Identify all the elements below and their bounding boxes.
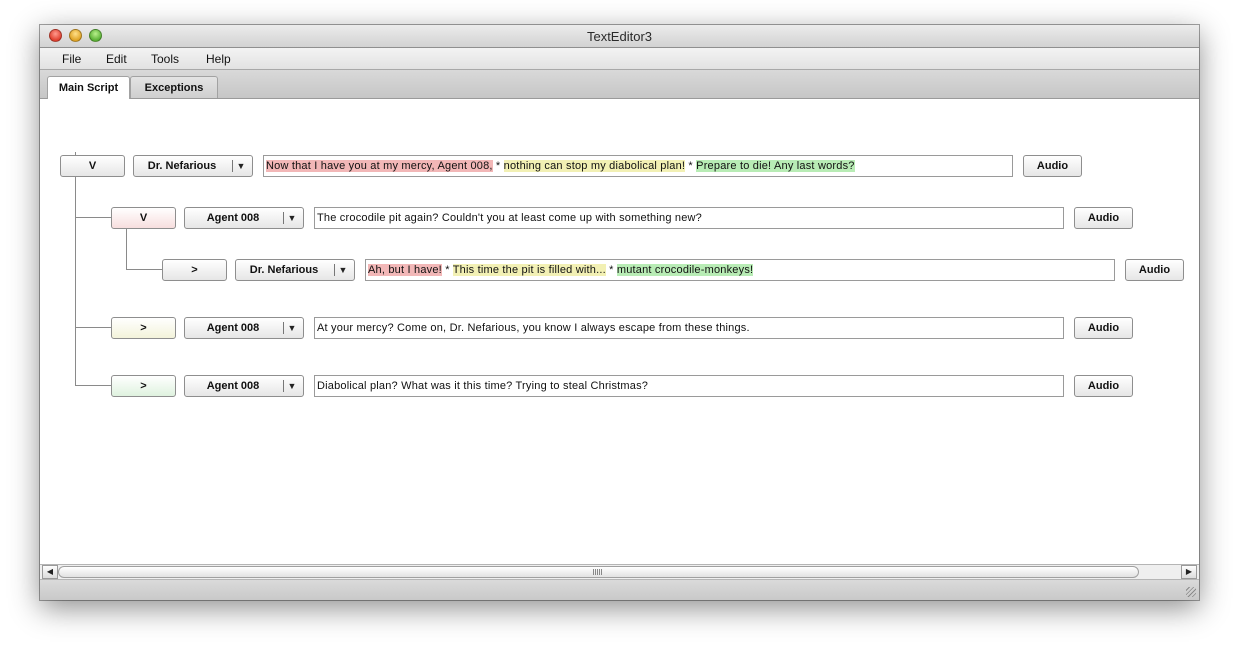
- highlighted-segment-green: mutant crocodile-monkeys!: [616, 264, 754, 276]
- speaker-dropdown[interactable]: Agent 008 ▼: [184, 207, 304, 229]
- tree-connector: [126, 269, 162, 270]
- title-bar: TextEditor3: [40, 25, 1199, 48]
- speaker-name: Agent 008: [206, 380, 260, 392]
- menu-file[interactable]: File: [62, 52, 81, 66]
- audio-button[interactable]: Audio: [1125, 259, 1184, 281]
- tree-connector: [75, 217, 111, 218]
- dropdown-divider: [283, 212, 284, 224]
- chevron-down-icon: ▼: [287, 213, 297, 223]
- audio-button[interactable]: Audio: [1074, 375, 1133, 397]
- highlighted-segment-pink: Now that I have you at my mercy, Agent 0…: [266, 160, 493, 172]
- expand-toggle-button[interactable]: V: [111, 207, 176, 229]
- script-tree: V Dr. Nefarious ▼ Now that I have you at…: [40, 99, 1199, 564]
- text-segment: *: [441, 264, 453, 276]
- highlighted-segment-yellow: nothing can stop my diabolical plan!: [503, 160, 686, 172]
- app-window: TextEditor3 File Edit Tools Help Main Sc…: [40, 25, 1199, 600]
- text-segment: *: [685, 160, 697, 172]
- scroll-thumb[interactable]: [58, 566, 1139, 578]
- menu-edit[interactable]: Edit: [106, 52, 127, 66]
- tree-connector: [75, 327, 111, 328]
- dialogue-line-field[interactable]: Ah, but I have! * This time the pit is f…: [365, 259, 1115, 281]
- speaker-name: Dr. Nefarious: [147, 160, 217, 172]
- speaker-name: Agent 008: [206, 212, 260, 224]
- dropdown-divider: [334, 264, 335, 276]
- scroll-left-button[interactable]: ◀: [42, 565, 58, 579]
- audio-button[interactable]: Audio: [1023, 155, 1082, 177]
- speaker-name: Dr. Nefarious: [249, 264, 319, 276]
- dialogue-line-field[interactable]: Now that I have you at my mercy, Agent 0…: [263, 155, 1013, 177]
- dropdown-divider: [283, 380, 284, 392]
- speaker-dropdown[interactable]: Agent 008 ▼: [184, 317, 304, 339]
- chevron-down-icon: ▼: [338, 265, 348, 275]
- tree-connector: [75, 152, 76, 386]
- text-segment: Diabolical plan? What was it this time? …: [317, 380, 649, 392]
- expand-toggle-button[interactable]: >: [111, 375, 176, 397]
- audio-button[interactable]: Audio: [1074, 317, 1133, 339]
- speaker-dropdown[interactable]: Agent 008 ▼: [184, 375, 304, 397]
- text-segment: *: [605, 264, 617, 276]
- audio-button[interactable]: Audio: [1074, 207, 1133, 229]
- highlighted-segment-yellow: This time the pit is filled with...: [452, 264, 606, 276]
- speaker-dropdown[interactable]: Dr. Nefarious ▼: [133, 155, 253, 177]
- chevron-down-icon: ▼: [287, 323, 297, 333]
- tab-strip: Main Script Exceptions: [40, 70, 1199, 99]
- grip-icon: [593, 569, 603, 575]
- dialogue-line-field[interactable]: Diabolical plan? What was it this time? …: [314, 375, 1064, 397]
- menu-help[interactable]: Help: [206, 52, 231, 66]
- scroll-right-button[interactable]: ▶: [1181, 565, 1197, 579]
- expand-toggle-button[interactable]: V: [60, 155, 125, 177]
- speaker-name: Agent 008: [206, 322, 260, 334]
- dialogue-line-field[interactable]: At your mercy? Come on, Dr. Nefarious, y…: [314, 317, 1064, 339]
- chevron-down-icon: ▼: [287, 381, 297, 391]
- text-segment: The crocodile pit again? Couldn't you at…: [317, 212, 703, 224]
- dropdown-divider: [232, 160, 233, 172]
- dialogue-line-field[interactable]: The crocodile pit again? Couldn't you at…: [314, 207, 1064, 229]
- tab-main-script[interactable]: Main Script: [47, 76, 130, 99]
- horizontal-scrollbar[interactable]: ◀ ▶: [40, 564, 1199, 580]
- highlighted-segment-pink: Ah, but I have!: [368, 264, 442, 276]
- status-bar: [40, 580, 1199, 600]
- text-segment: *: [492, 160, 504, 172]
- speaker-dropdown[interactable]: Dr. Nefarious ▼: [235, 259, 355, 281]
- text-segment: At your mercy? Come on, Dr. Nefarious, y…: [317, 322, 750, 334]
- menu-bar: File Edit Tools Help: [40, 48, 1199, 70]
- menu-tools[interactable]: Tools: [151, 52, 179, 66]
- chevron-down-icon: ▼: [236, 161, 246, 171]
- tree-connector: [75, 385, 111, 386]
- tab-exceptions[interactable]: Exceptions: [130, 76, 218, 98]
- highlighted-segment-green: Prepare to die! Any last words?: [696, 160, 855, 172]
- window-title: TextEditor3: [586, 29, 653, 44]
- dropdown-divider: [283, 322, 284, 334]
- expand-toggle-button[interactable]: >: [162, 259, 227, 281]
- expand-toggle-button[interactable]: >: [111, 317, 176, 339]
- tree-connector: [126, 228, 127, 270]
- resize-grip-icon[interactable]: [1186, 587, 1196, 597]
